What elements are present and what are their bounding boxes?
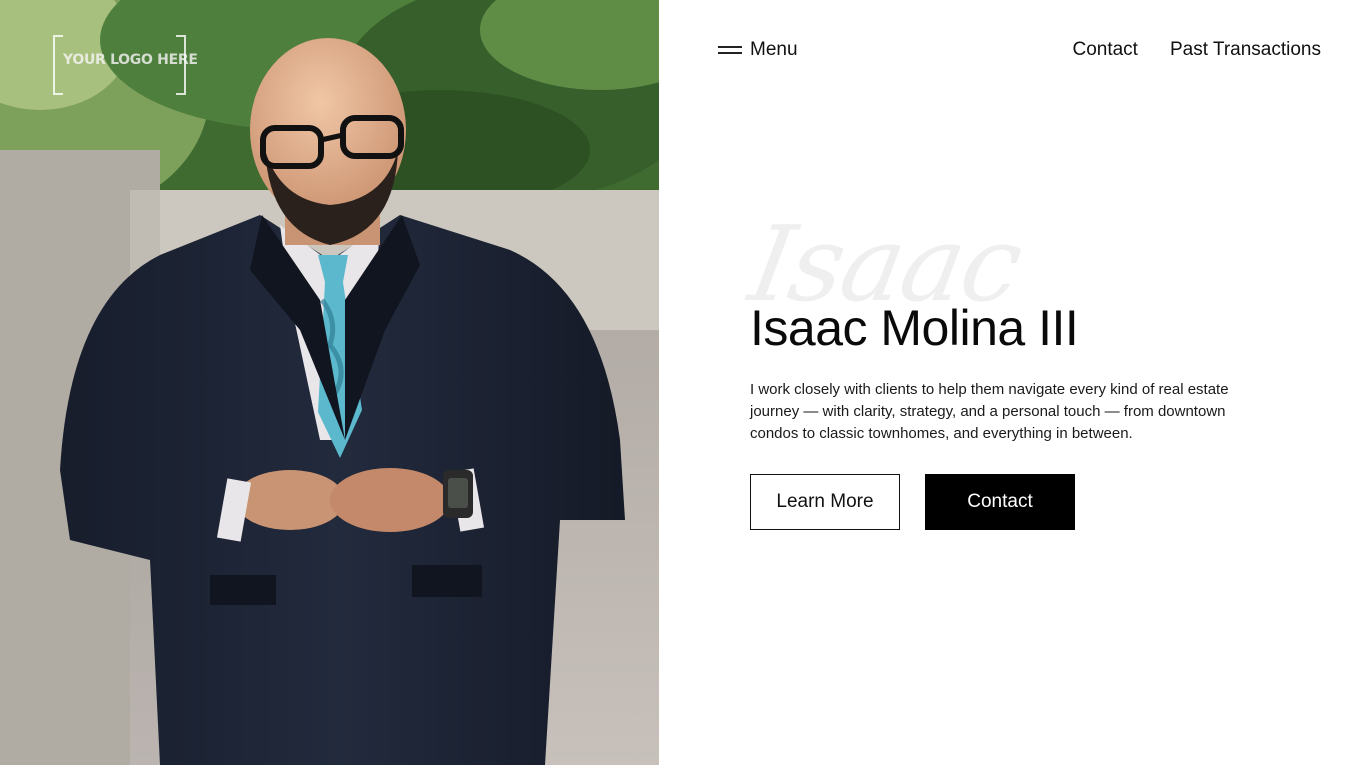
top-nav: Contact Past Transactions <box>1072 36 1321 64</box>
contact-button[interactable]: Contact <box>925 474 1075 530</box>
nav-link-contact[interactable]: Contact <box>1072 39 1137 61</box>
brand-logo[interactable]: YOUR LOGO HERE <box>53 35 198 95</box>
logo-bracket-left <box>53 35 63 95</box>
logo-bracket-right <box>176 35 186 95</box>
portrait-image <box>0 0 659 765</box>
menu-toggle-button[interactable]: Menu <box>718 36 798 64</box>
nav-link-past-transactions[interactable]: Past Transactions <box>1170 39 1321 61</box>
hamburger-icon <box>718 45 742 55</box>
hero-description: I work closely with clients to help them… <box>750 381 1229 442</box>
hero-title: Isaac Molina III <box>750 300 1079 356</box>
menu-label: Menu <box>750 39 798 60</box>
page: YOUR LOGO HERE Menu Contact Past Transac… <box>0 0 1366 768</box>
learn-more-button[interactable]: Learn More <box>750 474 900 530</box>
hero-portrait-photo: YOUR LOGO HERE <box>0 0 659 765</box>
